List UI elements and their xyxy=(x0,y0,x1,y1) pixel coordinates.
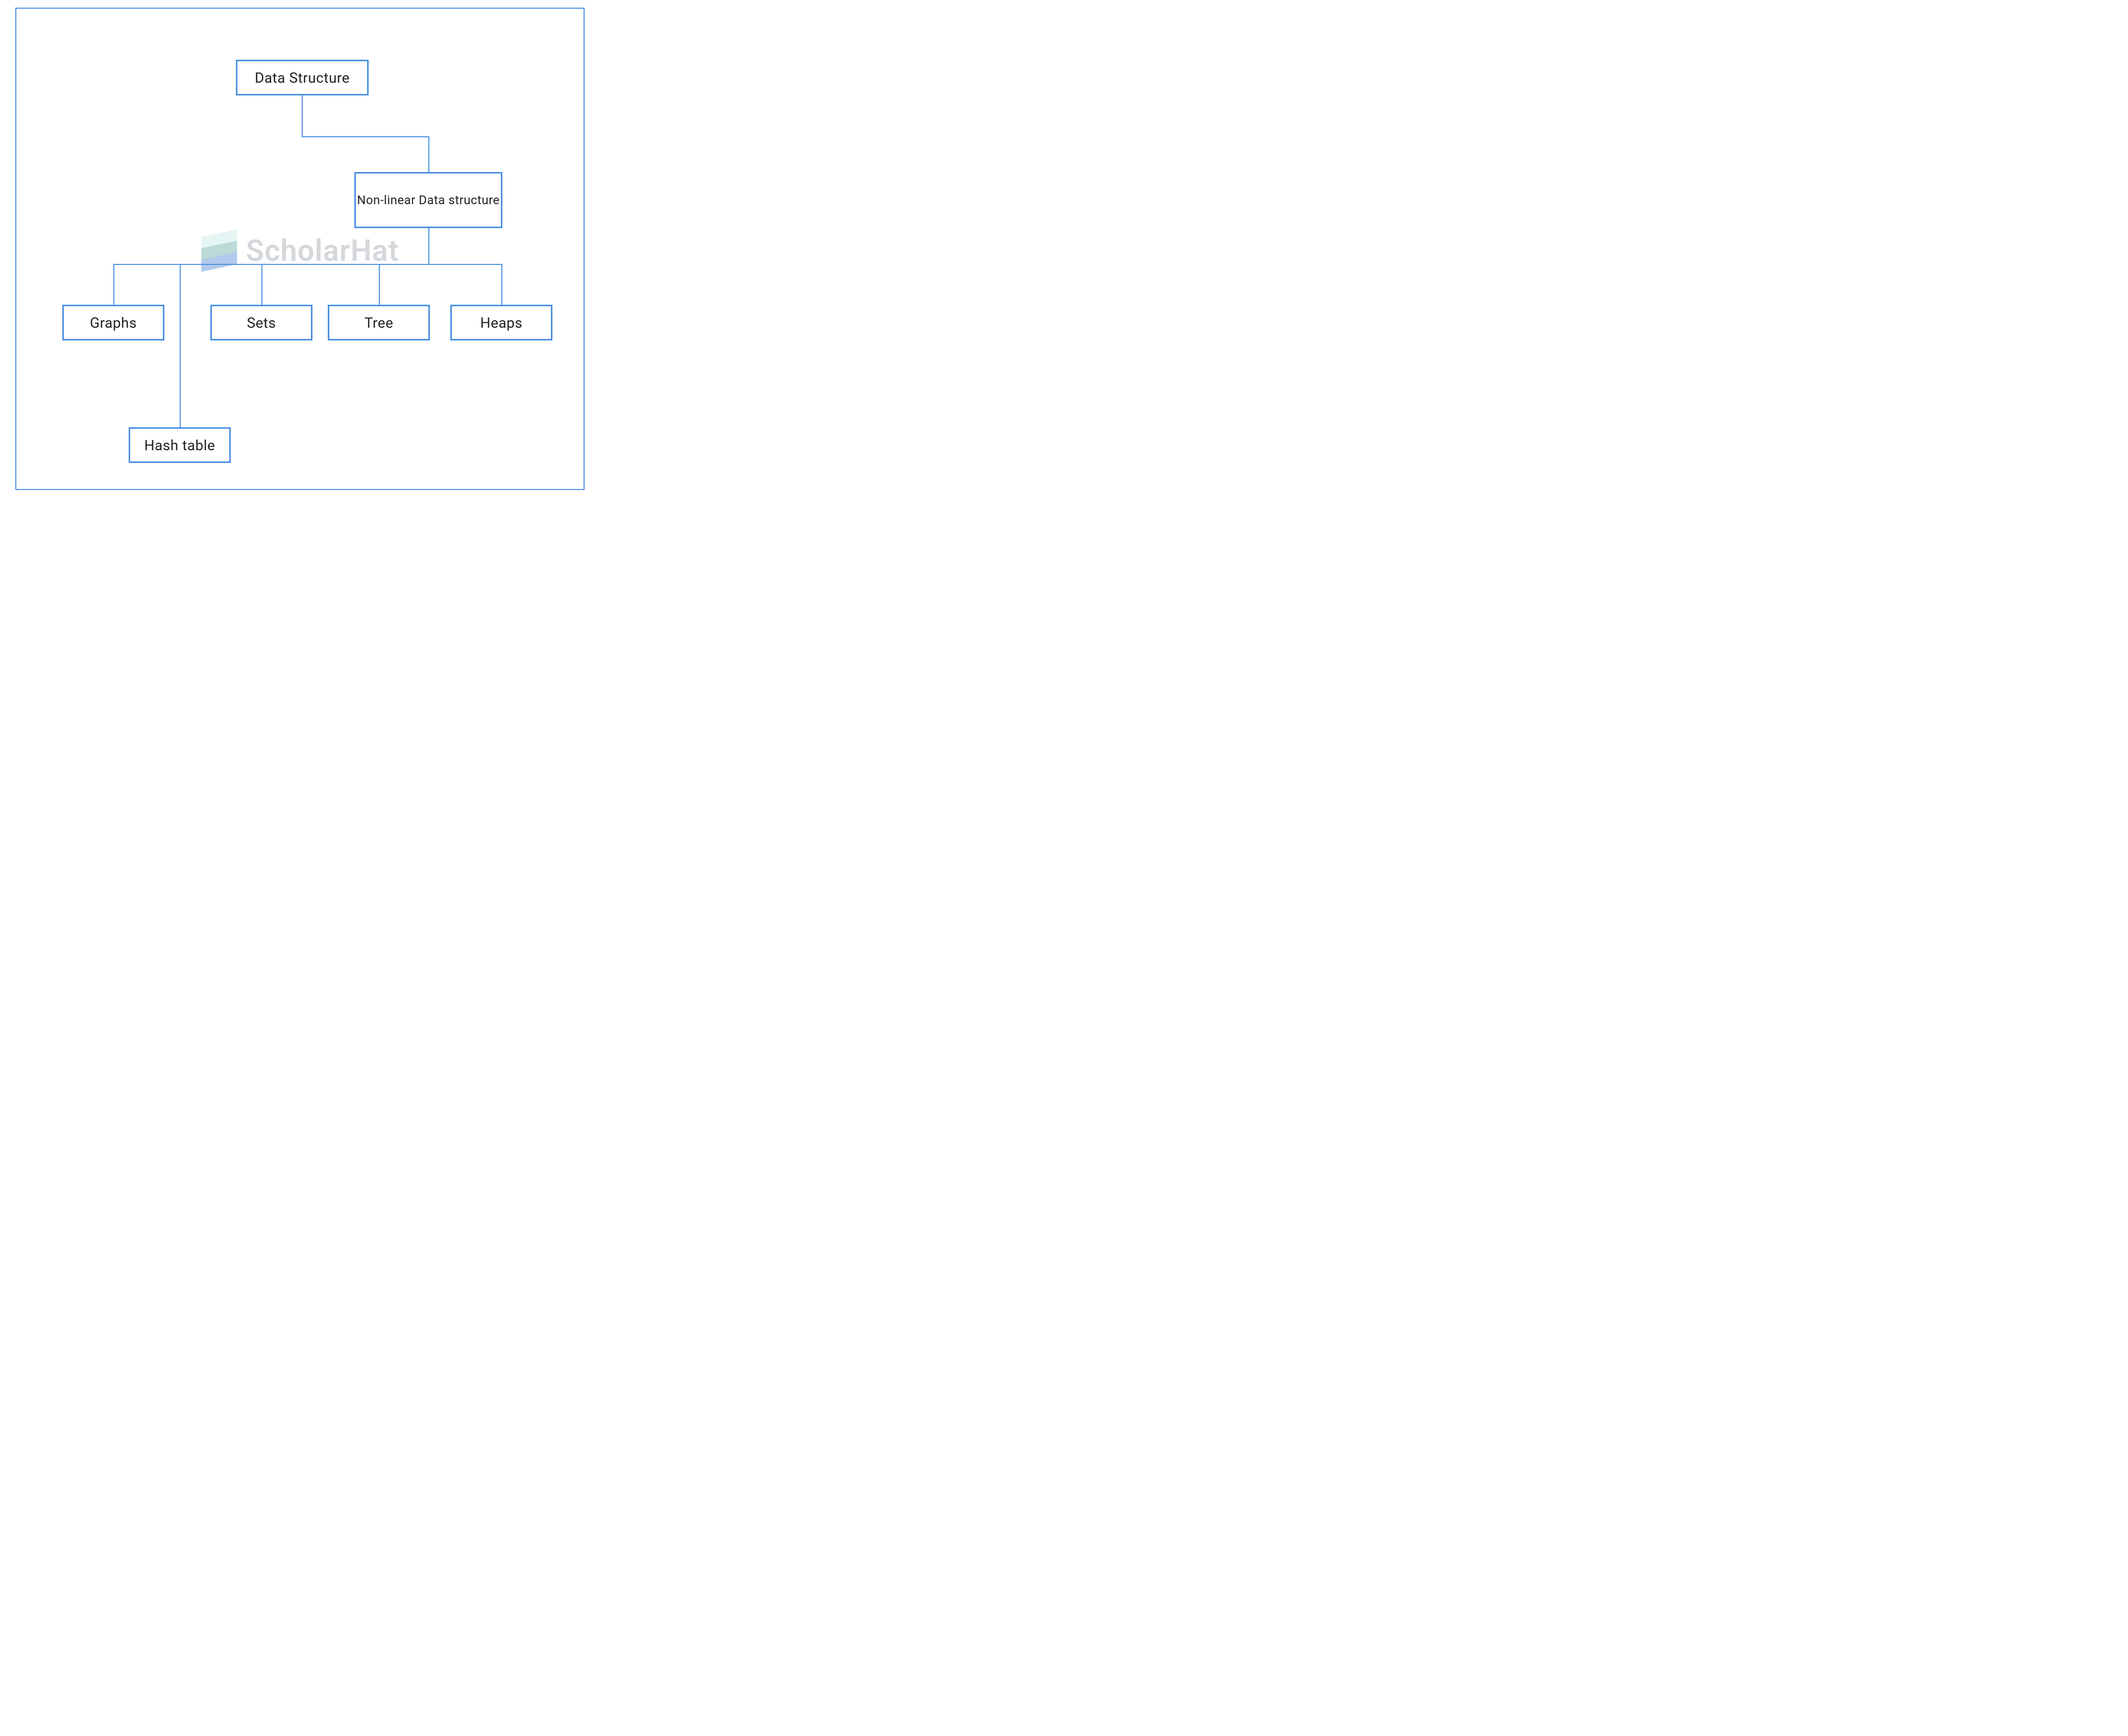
connector xyxy=(501,264,502,305)
node-sets: Sets xyxy=(210,305,312,340)
node-data-structure: Data Structure xyxy=(236,60,369,95)
connector xyxy=(113,264,501,265)
node-hash-table: Hash table xyxy=(129,427,231,463)
node-label: Tree xyxy=(365,314,394,331)
connector xyxy=(379,264,380,305)
connector xyxy=(180,264,181,427)
node-tree: Tree xyxy=(328,305,430,340)
node-label: Data Structure xyxy=(255,69,350,86)
node-label: Hash table xyxy=(144,437,215,454)
connector xyxy=(302,95,303,136)
node-label: Heaps xyxy=(480,314,523,331)
node-non-linear-data-structure: Non-linear Data structure xyxy=(354,172,502,228)
connector xyxy=(261,264,262,305)
connector xyxy=(428,228,429,264)
watermark-text: ScholarHat xyxy=(246,234,399,268)
connector xyxy=(302,136,429,137)
node-graphs: Graphs xyxy=(62,305,164,340)
node-label: Non-linear Data structure xyxy=(357,190,500,211)
connector xyxy=(113,264,114,305)
connector xyxy=(428,136,429,172)
node-label: Sets xyxy=(247,314,276,331)
node-label: Graphs xyxy=(90,314,137,331)
node-heaps: Heaps xyxy=(450,305,552,340)
diagram-frame: ScholarHat Data Structure Non-linear Dat… xyxy=(15,8,585,490)
